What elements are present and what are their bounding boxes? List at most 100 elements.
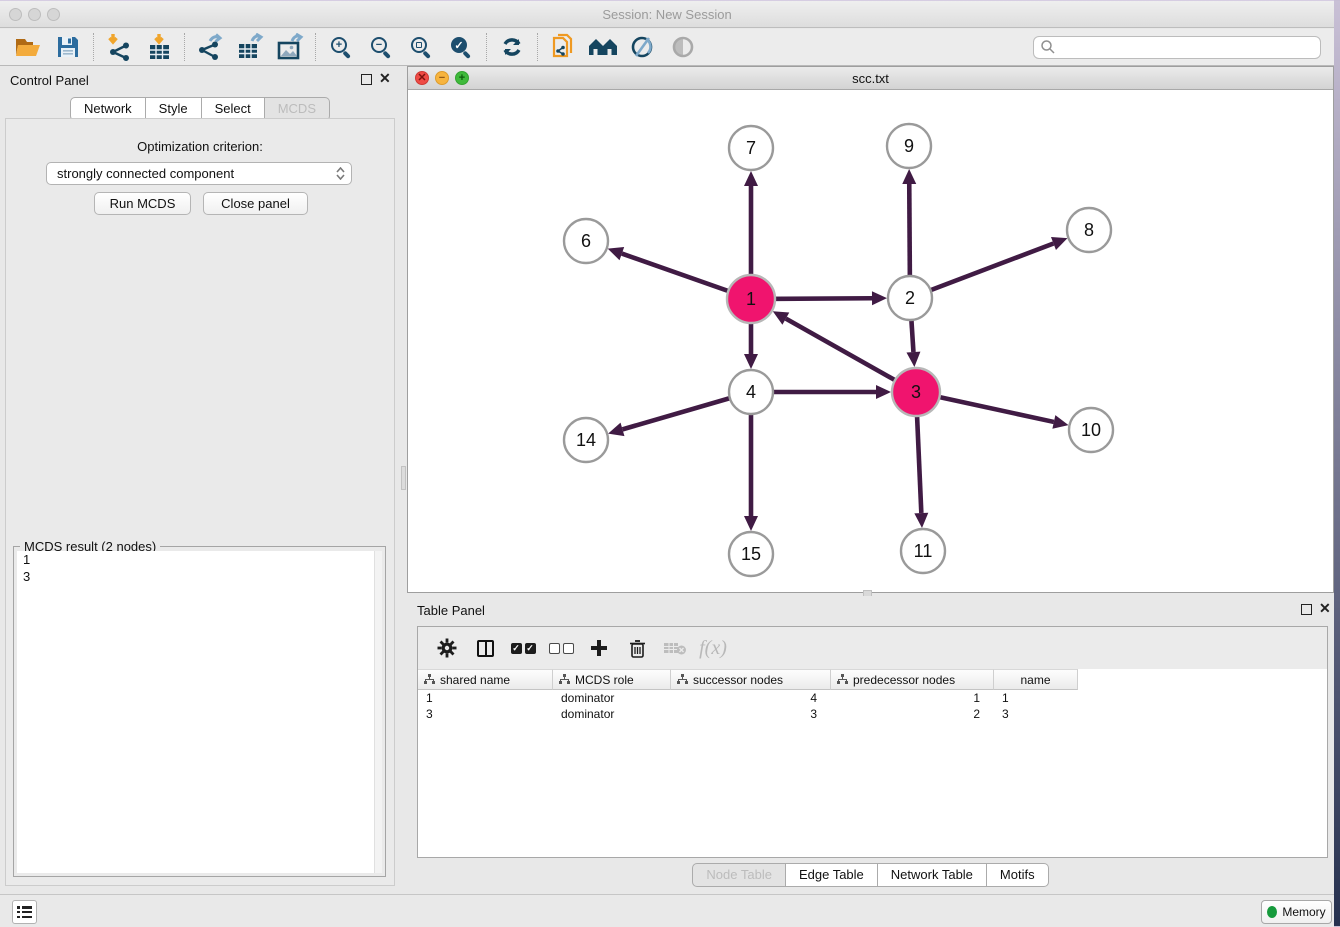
tab-node-table[interactable]: Node Table — [692, 863, 786, 887]
task-history-button[interactable] — [12, 900, 37, 924]
close-panel-icon[interactable]: ✕ — [1319, 600, 1331, 616]
table-toolbar: ✓✓ — [418, 627, 1327, 669]
status-bar: Memory — [0, 894, 1334, 927]
import-table-icon[interactable] — [139, 31, 179, 63]
criterion-value: strongly connected component — [57, 166, 234, 181]
gear-icon[interactable] — [428, 631, 466, 665]
node-label-1: 1 — [746, 289, 756, 309]
node-label-10: 10 — [1081, 420, 1101, 440]
column-header-MCDS-role[interactable]: MCDS role — [553, 669, 671, 690]
table-tabs: Node TableEdge TableNetwork TableMotifs — [407, 863, 1334, 887]
table-panel-title: Table Panel — [417, 603, 485, 618]
control-panel: Control Panel ✕ NetworkStyleSelectMCDS O… — [0, 66, 400, 894]
save-session-icon[interactable] — [48, 31, 88, 63]
export-image-icon[interactable] — [270, 31, 310, 63]
export-table-icon[interactable] — [230, 31, 270, 63]
arrowhead-3-11 — [914, 513, 929, 529]
export-network-icon[interactable] — [190, 31, 230, 63]
column-header-predecessor-nodes[interactable]: predecessor nodes — [831, 669, 994, 690]
table-row[interactable]: 3dominator323 — [418, 706, 1327, 722]
criterion-select[interactable]: strongly connected component — [46, 162, 352, 185]
add-column-icon[interactable] — [580, 631, 618, 665]
node-label-2: 2 — [905, 288, 915, 308]
table-cell[interactable]: dominator — [553, 706, 671, 722]
refresh-icon[interactable] — [492, 31, 532, 63]
zoom-fit-icon[interactable] — [401, 31, 441, 63]
column-type-icon — [677, 674, 688, 685]
zoom-in-icon[interactable]: + — [321, 31, 361, 63]
optimization-criterion-label: Optimization criterion: — [6, 139, 394, 154]
search-input[interactable] — [1056, 37, 1320, 58]
table-cell[interactable]: 1 — [418, 690, 553, 706]
arrowhead-1-4 — [744, 354, 758, 369]
column-header-successor-nodes[interactable]: successor nodes — [671, 669, 831, 690]
tab-motifs[interactable]: Motifs — [987, 863, 1049, 887]
search-icon — [1040, 39, 1056, 55]
run-mcds-button[interactable]: Run MCDS — [94, 192, 191, 215]
vertical-splitter[interactable] — [400, 66, 407, 894]
node-label-3: 3 — [911, 382, 921, 402]
table-panel: Table Panel ✕ — [407, 596, 1334, 890]
node-label-7: 7 — [746, 138, 756, 158]
new-network-from-selection-icon[interactable] — [543, 31, 583, 63]
trash-icon[interactable] — [618, 631, 656, 665]
result-item[interactable]: 1 — [17, 551, 374, 568]
tab-network-table[interactable]: Network Table — [878, 863, 987, 887]
application-window: Session: New Session — [0, 0, 1334, 926]
zoom-selected-icon[interactable]: ✓ — [441, 31, 481, 63]
node-label-9: 9 — [904, 136, 914, 156]
chevron-updown-icon — [336, 167, 345, 180]
column-type-icon — [424, 674, 435, 685]
tab-edge-table[interactable]: Edge Table — [786, 863, 878, 887]
table-cell[interactable]: 3 — [418, 706, 553, 722]
network-graph[interactable]: 7968124314101511 — [408, 90, 1333, 592]
arrowhead-1-7 — [744, 171, 758, 186]
control-panel-title: Control Panel — [10, 73, 89, 88]
arrowhead-3-10 — [1052, 415, 1070, 432]
table-cell[interactable]: 3 — [994, 706, 1078, 722]
network-window-title: scc.txt — [408, 71, 1333, 86]
table-cell[interactable]: 2 — [831, 706, 994, 722]
float-panel-icon[interactable] — [361, 74, 372, 85]
column-header-name[interactable]: name — [994, 669, 1078, 690]
function-builder-icon: f(x) — [694, 631, 732, 665]
delete-table-icon — [656, 631, 694, 665]
toolbar-separator — [315, 33, 316, 61]
result-item[interactable]: 3 — [17, 568, 374, 585]
deselect-all-icon[interactable] — [542, 631, 580, 665]
open-file-icon[interactable] — [8, 31, 48, 63]
column-type-icon — [559, 674, 570, 685]
network-view-window: ✕ − + scc.txt 7968124314101511 — [407, 66, 1334, 593]
close-panel-button[interactable]: Close panel — [203, 192, 308, 215]
zoom-out-icon[interactable]: − — [361, 31, 401, 63]
column-type-icon — [837, 674, 848, 685]
close-panel-icon[interactable]: ✕ — [379, 70, 391, 86]
hide-selected-icon[interactable] — [623, 31, 663, 63]
node-label-14: 14 — [576, 430, 596, 450]
table-cell[interactable]: 4 — [671, 690, 831, 706]
list-icon — [17, 906, 32, 918]
show-graphics-details-icon[interactable] — [663, 31, 703, 63]
table-cell[interactable]: 1 — [831, 690, 994, 706]
first-neighbors-icon[interactable] — [583, 31, 623, 63]
import-network-icon[interactable] — [99, 31, 139, 63]
search-field[interactable] — [1033, 36, 1321, 59]
network-canvas[interactable]: 7968124314101511 — [408, 90, 1333, 592]
network-window-titlebar[interactable]: ✕ − + scc.txt — [408, 67, 1333, 90]
table-row[interactable]: 1dominator411 — [418, 690, 1327, 706]
column-header-shared-name[interactable]: shared name — [418, 669, 553, 690]
float-panel-icon[interactable] — [1301, 604, 1312, 615]
mcds-result-list[interactable]: 13 — [17, 551, 374, 873]
table-cell[interactable]: 3 — [671, 706, 831, 722]
table-cell[interactable]: dominator — [553, 690, 671, 706]
memory-button[interactable]: Memory — [1261, 900, 1332, 924]
columns-icon[interactable] — [466, 631, 504, 665]
node-table-container: ✓✓ — [417, 626, 1328, 858]
node-table[interactable]: shared nameMCDS rolesuccessor nodesprede… — [418, 669, 1327, 857]
table-cell[interactable]: 1 — [994, 690, 1078, 706]
select-all-icon[interactable]: ✓✓ — [504, 631, 542, 665]
mcds-panel: Optimization criterion: strongly connect… — [5, 118, 395, 886]
memory-status-icon — [1267, 906, 1277, 918]
result-scrollbar[interactable] — [374, 551, 382, 873]
window-title: Session: New Session — [0, 7, 1334, 22]
